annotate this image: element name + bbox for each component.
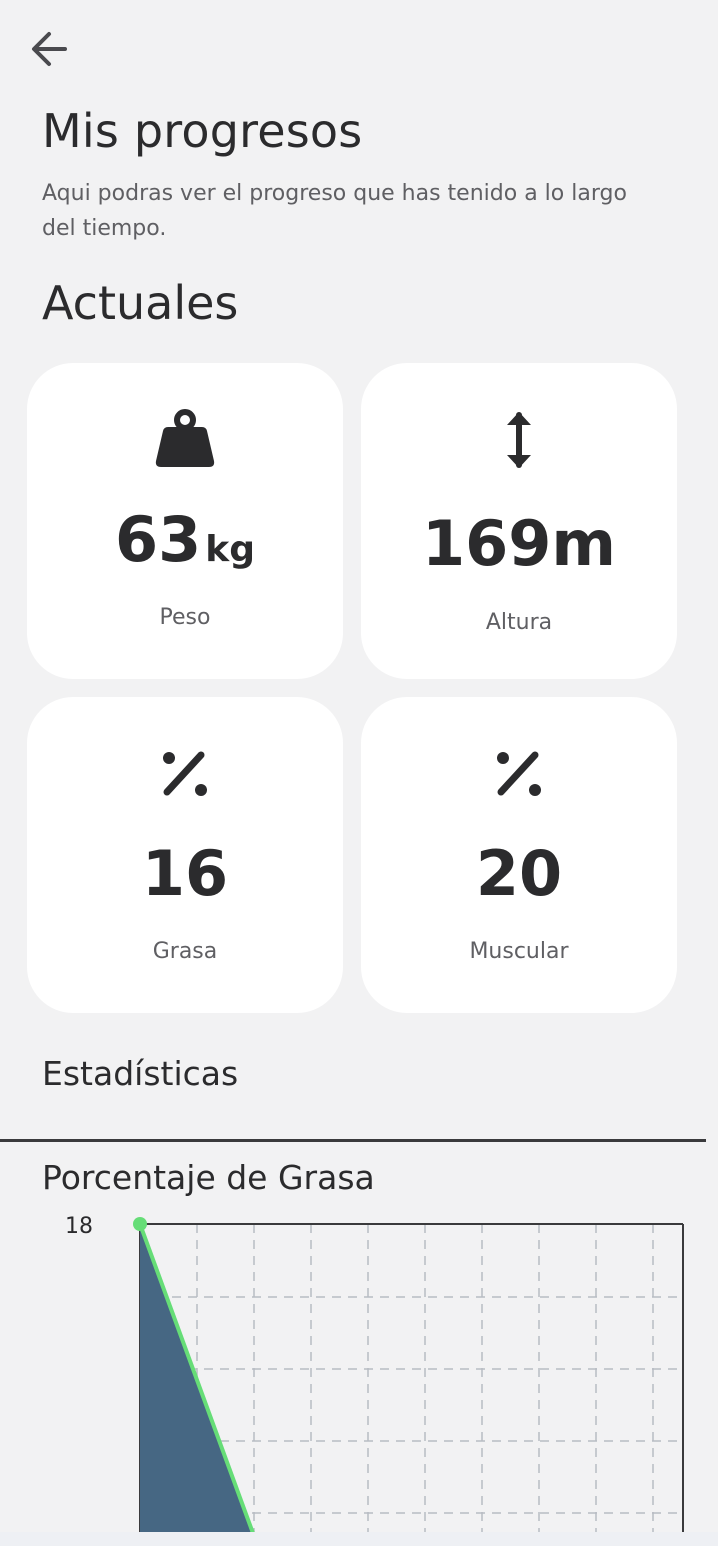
fat-percentage-chart: 18: [0, 1200, 718, 1546]
stats-section-heading: Estadísticas: [42, 1054, 239, 1093]
arrow-left-icon: [32, 32, 67, 66]
chart-svg: 18: [65, 1214, 684, 1546]
chart-y-tick-label: 18: [65, 1214, 93, 1239]
height-value: 169m: [421, 507, 617, 580]
weight-value: 63 kg: [115, 503, 255, 576]
fat-value: 16: [141, 837, 229, 910]
chart-title: Porcentaje de Grasa: [42, 1158, 375, 1197]
page-title: Mis progresos: [42, 104, 363, 158]
weight-icon: [27, 407, 343, 473]
page-subtitle: Aqui podras ver el progreso que has teni…: [42, 181, 627, 241]
chart-data-point: [133, 1217, 147, 1231]
height-label: Altura: [485, 610, 553, 635]
fat-label: Grasa: [152, 939, 218, 964]
divider: [0, 1139, 706, 1142]
vertical-arrows-icon: [361, 407, 677, 473]
current-section-heading: Actuales: [42, 276, 239, 330]
bottom-bar: [0, 1532, 718, 1546]
weight-label: Peso: [159, 605, 211, 630]
fat-card: 16 Grasa: [27, 697, 343, 1013]
percent-icon: [361, 741, 677, 807]
weight-unit: kg: [205, 529, 255, 570]
height-card: 169m Altura: [361, 363, 677, 679]
muscle-card: 20 Muscular: [361, 697, 677, 1013]
muscle-value: 20: [475, 837, 563, 910]
muscle-label: Muscular: [469, 939, 569, 964]
progress-screen: Mis progresos Aqui podras ver el progres…: [0, 0, 718, 1546]
weight-card: 63 kg Peso: [27, 363, 343, 679]
back-button[interactable]: [24, 26, 74, 72]
percent-icon: [27, 741, 343, 807]
